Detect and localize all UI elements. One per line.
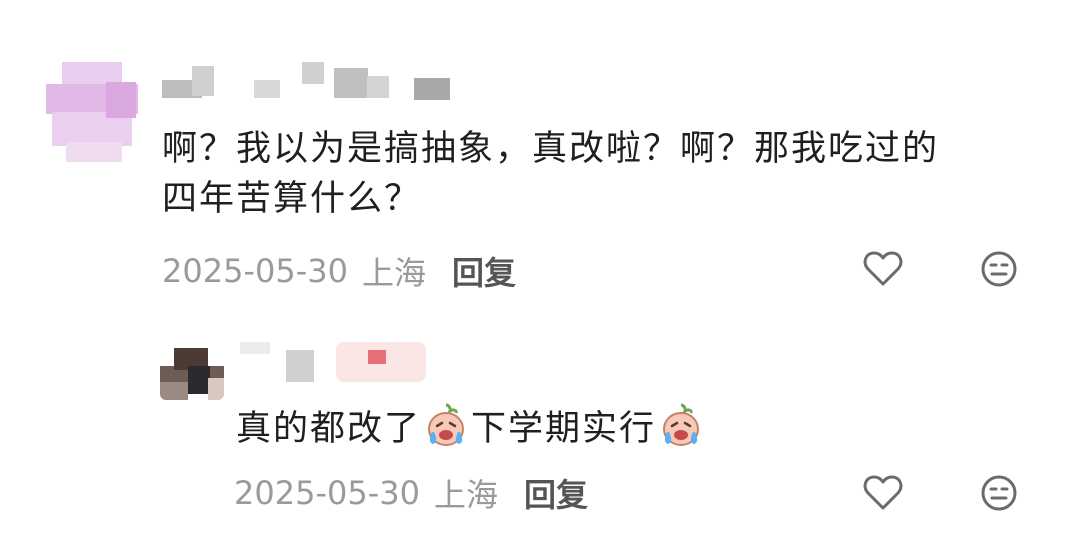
name-pixel [254, 80, 280, 98]
neutral-face-icon[interactable] [978, 472, 1020, 514]
avatar-pixel [208, 378, 224, 400]
neutral-face-icon[interactable] [978, 248, 1020, 290]
comment-meta: 2025-05-30 上海 回复 [162, 248, 516, 294]
username-blurred[interactable] [236, 342, 436, 382]
avatar-pixel [160, 382, 188, 400]
name-pixel [367, 76, 389, 98]
avatar-pixel [66, 142, 122, 162]
comment-text-part: 真的都改了 [236, 409, 422, 449]
name-pixel [414, 78, 450, 100]
comment-1: 啊？我以为是搞抽象，真改啦？啊？那我吃过的 四年苦算什么？ 2025-05-30… [0, 0, 1080, 300]
location: 上海 [361, 254, 426, 292]
comment-text-line: 四年苦算什么？ [162, 179, 422, 219]
avatar-pixel [106, 82, 136, 118]
heart-icon[interactable] [862, 472, 904, 514]
avatar[interactable] [160, 348, 224, 400]
reply-button[interactable]: 回复 [524, 470, 588, 516]
name-pixel [192, 66, 214, 96]
name-pixel [286, 350, 314, 382]
timestamp: 2025-05-30 [234, 474, 420, 512]
crying-face-emoji [423, 402, 469, 448]
comment-2: 真的都改了 下学期实行 2025-05-30 上海 回复 [0, 300, 1080, 555]
heart-icon[interactable] [862, 248, 904, 290]
location: 上海 [433, 476, 498, 514]
comment-text-part: 下学期实行 [471, 409, 657, 449]
name-pixel [368, 350, 386, 364]
comment-text: 真的都改了 下学期实行 [236, 402, 1036, 454]
avatar-pixel [188, 366, 210, 394]
comment-text-line: 啊？我以为是搞抽象，真改啦？啊？那我吃过的 [162, 129, 940, 169]
username-blurred[interactable] [162, 62, 462, 102]
reply-button[interactable]: 回复 [452, 248, 516, 294]
name-pixel [240, 342, 270, 354]
timestamp: 2025-05-30 [162, 252, 348, 290]
name-pixel [334, 68, 368, 98]
avatar[interactable] [46, 62, 138, 162]
name-pixel [302, 62, 324, 84]
comment-text: 啊？我以为是搞抽象，真改啦？啊？那我吃过的 四年苦算什么？ [162, 124, 1042, 224]
comment-meta: 2025-05-30 上海 回复 [234, 470, 588, 516]
crying-face-emoji [658, 402, 704, 448]
